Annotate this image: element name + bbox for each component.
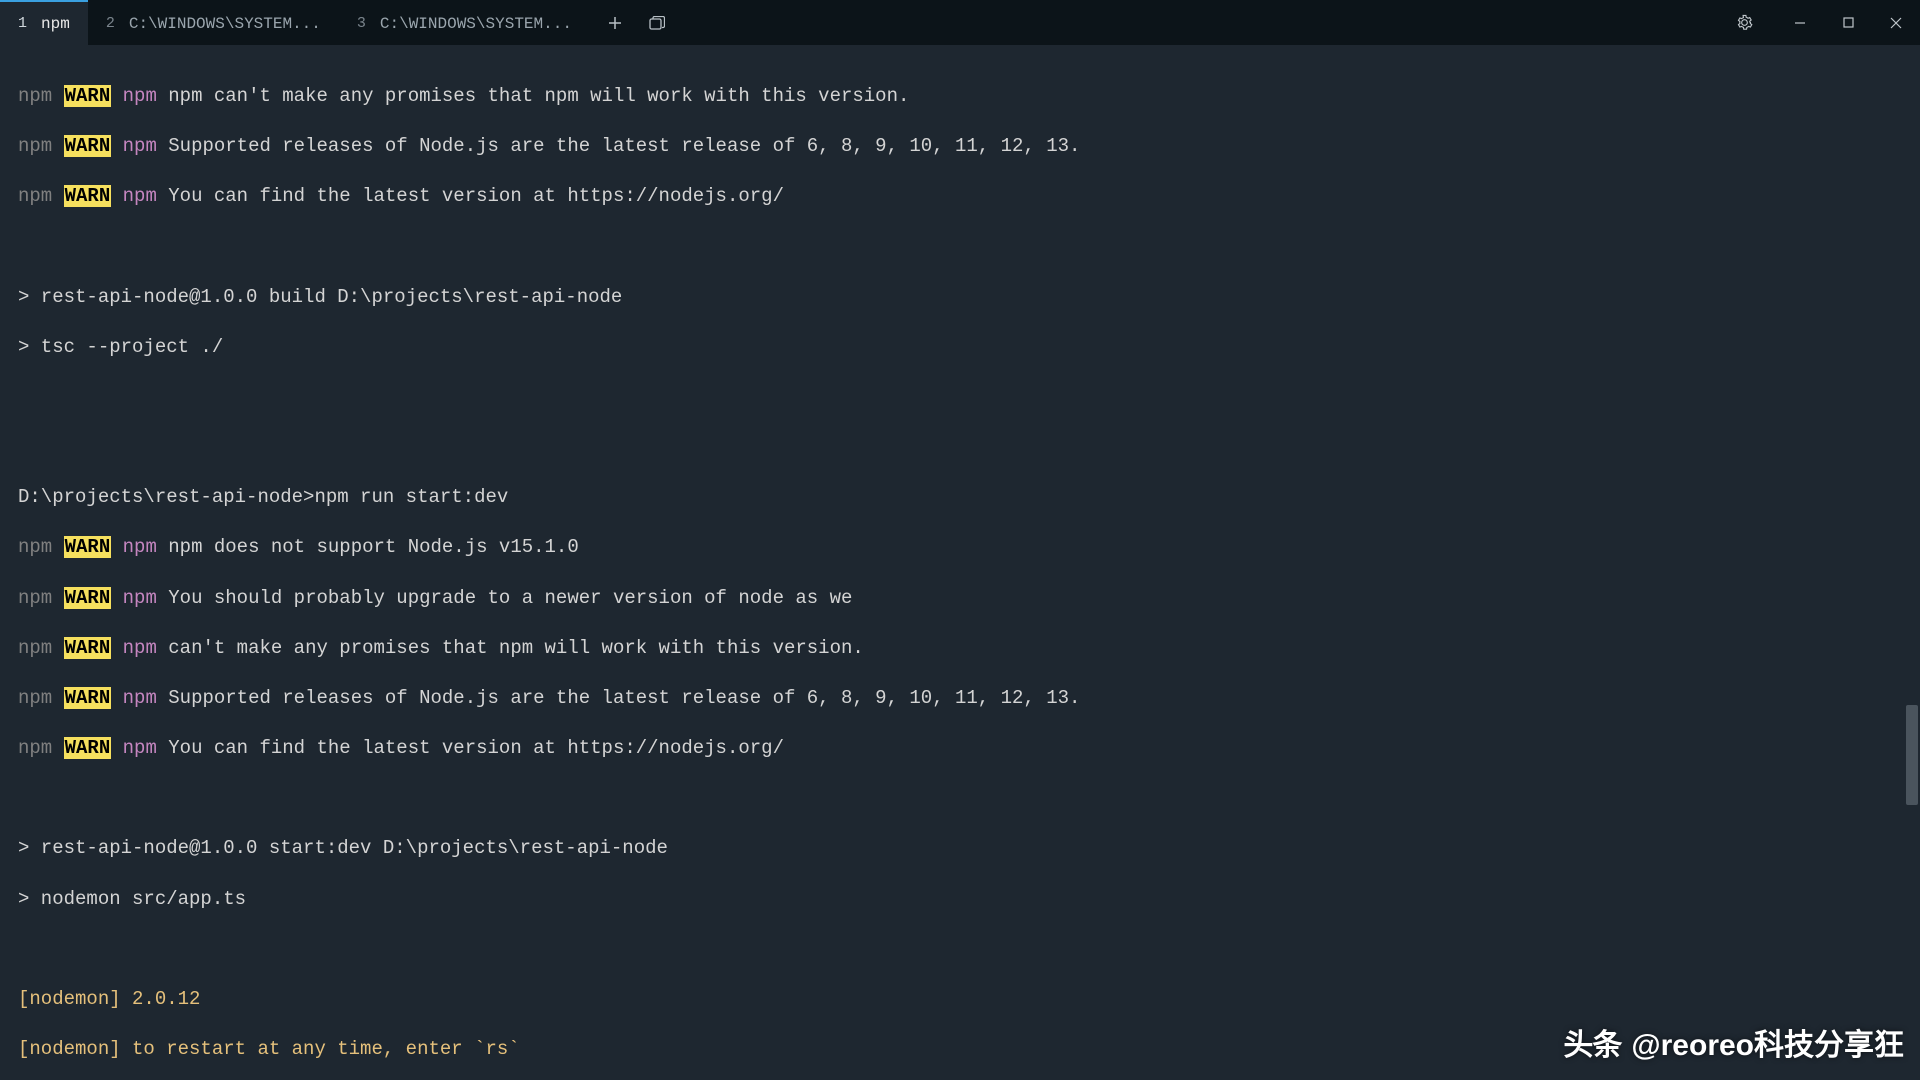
warn-line: npm WARN npm Supported releases of Node.… [18,686,1902,711]
warn-line: npm WARN npm Supported releases of Node.… [18,134,1902,159]
scrollbar-thumb[interactable] [1906,705,1918,805]
warn-line: npm WARN npm You can find the latest ver… [18,736,1902,761]
title-bar: 1 npm 2 C:\WINDOWS\SYSTEM... 3 C:\WINDOW… [0,0,1920,45]
warn-line: npm WARN npm You can find the latest ver… [18,184,1902,209]
maximize-button[interactable] [1824,0,1872,45]
window-controls [1720,0,1920,45]
close-button[interactable] [1872,0,1920,45]
nodemon-line: [nodemon] 2.0.12 [18,987,1902,1012]
script-line: > tsc --project ./ [18,335,1902,360]
minimize-icon [1794,17,1806,29]
new-tab-button[interactable] [598,6,632,40]
plus-icon [608,16,622,30]
script-line: > nodemon src/app.ts [18,887,1902,912]
watermark: 头条 @reoreo科技分享狂 [1563,1026,1904,1066]
tab-number: 3 [357,15,366,32]
close-icon [1890,17,1902,29]
windows-icon [649,16,665,30]
tab-dropdown-button[interactable] [640,6,674,40]
warn-line: npm WARN npm You should probably upgrade… [18,586,1902,611]
warn-line: npm WARN npm can't make any promises tha… [18,636,1902,661]
tab-strip: 1 npm 2 C:\WINDOWS\SYSTEM... 3 C:\WINDOW… [0,0,682,45]
tab-title: C:\WINDOWS\SYSTEM... [129,15,321,33]
tab-2[interactable]: 2 C:\WINDOWS\SYSTEM... [88,0,339,45]
tab-3[interactable]: 3 C:\WINDOWS\SYSTEM... [339,0,590,45]
tab-title: npm [41,15,70,33]
tab-number: 2 [106,15,115,32]
watermark-logo: 头条 [1563,1026,1621,1066]
watermark-text: @reoreo科技分享狂 [1631,1026,1904,1066]
tab-1[interactable]: 1 npm [0,0,88,45]
script-line: > rest-api-node@1.0.0 build D:\projects\… [18,285,1902,310]
warn-line: npm WARN npm npm can't make any promises… [18,84,1902,109]
prompt-line: D:\projects\rest-api-node>npm run start:… [18,485,1902,510]
script-line: > rest-api-node@1.0.0 start:dev D:\proje… [18,836,1902,861]
tab-actions [590,0,682,45]
gear-icon [1736,14,1753,31]
tab-number: 1 [18,15,27,32]
maximize-icon [1843,17,1854,28]
tab-title: C:\WINDOWS\SYSTEM... [380,15,572,33]
minimize-button[interactable] [1776,0,1824,45]
settings-button[interactable] [1720,0,1768,45]
terminal-output[interactable]: npm WARN npm npm can't make any promises… [0,45,1920,1080]
warn-line: npm WARN npm npm does not support Node.j… [18,535,1902,560]
